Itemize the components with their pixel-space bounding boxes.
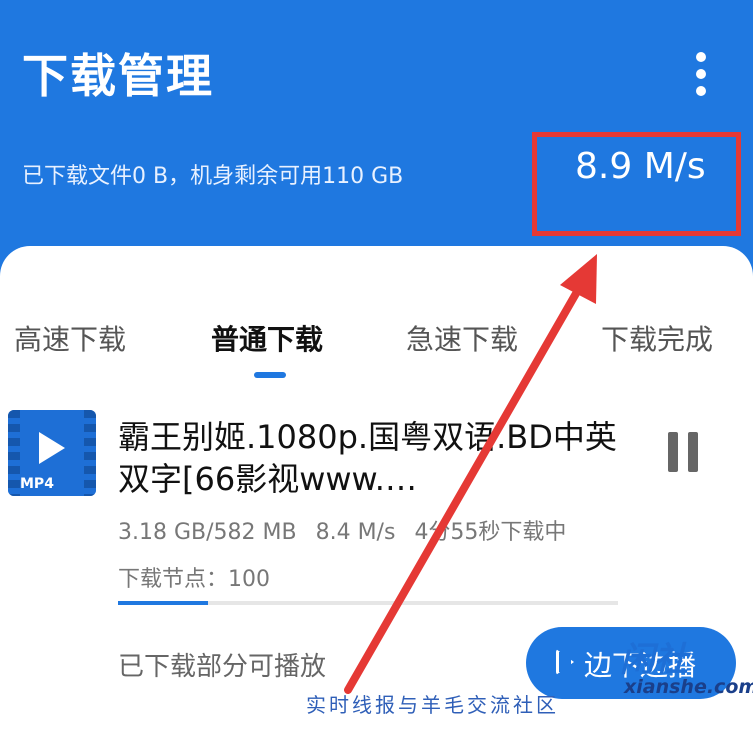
watermark-tagline: 实时线报与羊毛交流社区 bbox=[306, 693, 559, 717]
page-title: 下载管理 bbox=[22, 49, 214, 103]
more-vertical-icon[interactable] bbox=[688, 52, 714, 100]
time-left: 4分55秒下载中 bbox=[414, 520, 567, 545]
download-meta: 3.18 GB/582 MB 8.4 M/s 4分55秒下载中 bbox=[118, 514, 578, 546]
progress-fill bbox=[118, 601, 208, 605]
storage-info: 已下载文件0 B，机身剩余可用110 GB bbox=[22, 164, 404, 189]
file-name[interactable]: 霸王别姬.1080p.国粤双语.BD中英双字[66影视www.… bbox=[118, 416, 618, 500]
partial-playable-label: 已下载部分可播放 bbox=[118, 652, 327, 682]
download-node: 下载节点：100 bbox=[118, 567, 270, 592]
file-type-badge: MP4 bbox=[20, 476, 54, 492]
progress-bar bbox=[118, 601, 618, 605]
tab-normal[interactable]: 普通下载 bbox=[211, 318, 323, 358]
file-size: 3.18 GB/582 MB bbox=[118, 520, 297, 545]
item-speed: 8.4 M/s bbox=[315, 520, 396, 545]
tab-completed[interactable]: 下载完成 bbox=[601, 318, 713, 358]
watermark-site: xianshe.com bbox=[624, 676, 753, 698]
highlight-box bbox=[532, 132, 741, 236]
video-file-icon: MP4 bbox=[8, 410, 96, 496]
pause-icon[interactable] bbox=[668, 432, 700, 472]
tab-rapid[interactable]: 急速下载 bbox=[406, 318, 518, 358]
watermark-logo: 闲社 bbox=[620, 640, 688, 680]
play-icon bbox=[556, 649, 574, 675]
tab-indicator bbox=[254, 372, 286, 378]
tab-high-speed[interactable]: 高速下载 bbox=[14, 318, 126, 358]
